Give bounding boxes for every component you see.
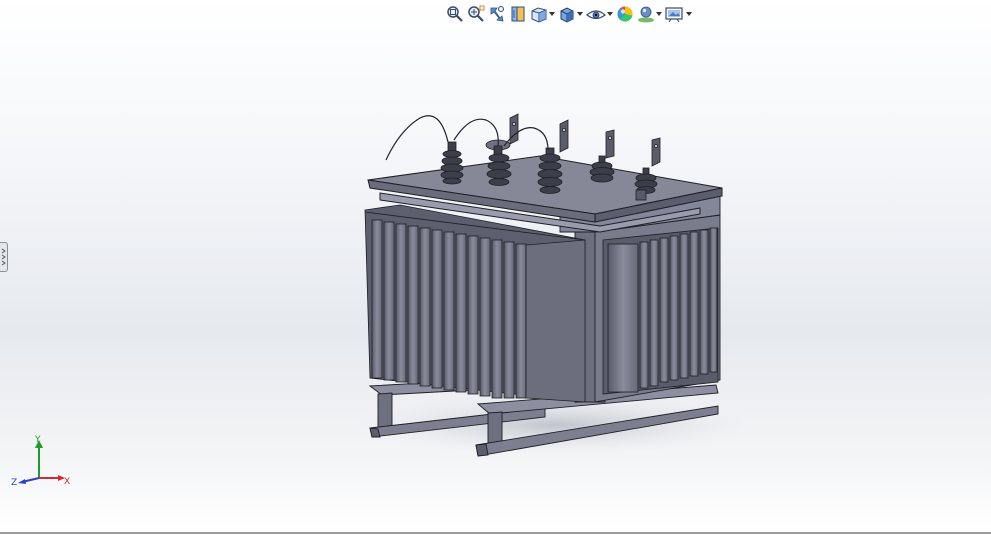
zoom-to-fit-button[interactable]: [445, 4, 465, 24]
view-settings-button[interactable]: [664, 4, 693, 24]
graphics-area[interactable]: Y X Z: [0, 0, 991, 534]
view-orientation-button[interactable]: [529, 4, 556, 24]
section-view-button[interactable]: [508, 4, 528, 24]
bushing-cables: [385, 115, 549, 161]
section-view-icon: [511, 6, 525, 22]
bushing-4: [589, 155, 615, 183]
bushing-1: [440, 141, 464, 185]
zoom-to-area-icon: [468, 5, 485, 22]
edit-appearance-button[interactable]: [615, 4, 635, 24]
edit-appearance-icon: [617, 6, 633, 22]
chevron-down-icon: [685, 4, 692, 24]
zoom-to-fit-icon: [447, 6, 463, 22]
chevron-down-icon: [606, 4, 613, 24]
y-axis-label: Y: [34, 435, 41, 445]
z-axis-arrow-icon: [18, 479, 26, 484]
hide-show-items-button[interactable]: [585, 4, 614, 24]
z-axis-label: Z: [11, 478, 17, 488]
hide-show-items-icon: [586, 10, 606, 20]
reference-triad: Y X Z: [11, 435, 70, 488]
apply-scene-button[interactable]: [636, 4, 663, 24]
radiator-front: [364, 204, 586, 403]
previous-view-button[interactable]: [487, 4, 507, 24]
apply-scene-icon: [638, 6, 654, 23]
heads-up-view-toolbar: [445, 3, 693, 25]
chevron-down-icon: [548, 4, 555, 24]
view-settings-icon: [665, 7, 683, 23]
display-style-button[interactable]: [557, 4, 584, 24]
x-axis-label: X: [64, 477, 70, 487]
chevron-down-icon: [576, 4, 583, 24]
zoom-to-area-button[interactable]: [466, 4, 486, 24]
chevron-right-icon: [1, 248, 6, 266]
viewport-bottom-border: [0, 532, 991, 534]
chevron-down-icon: [655, 4, 662, 24]
display-style-icon: [560, 7, 574, 23]
previous-view-icon: [490, 6, 504, 22]
feature-manager-expand-handle[interactable]: [0, 242, 8, 272]
radiator-side: [602, 227, 719, 395]
transformer-model[interactable]: [340, 100, 740, 470]
view-orientation-icon: [531, 7, 547, 23]
